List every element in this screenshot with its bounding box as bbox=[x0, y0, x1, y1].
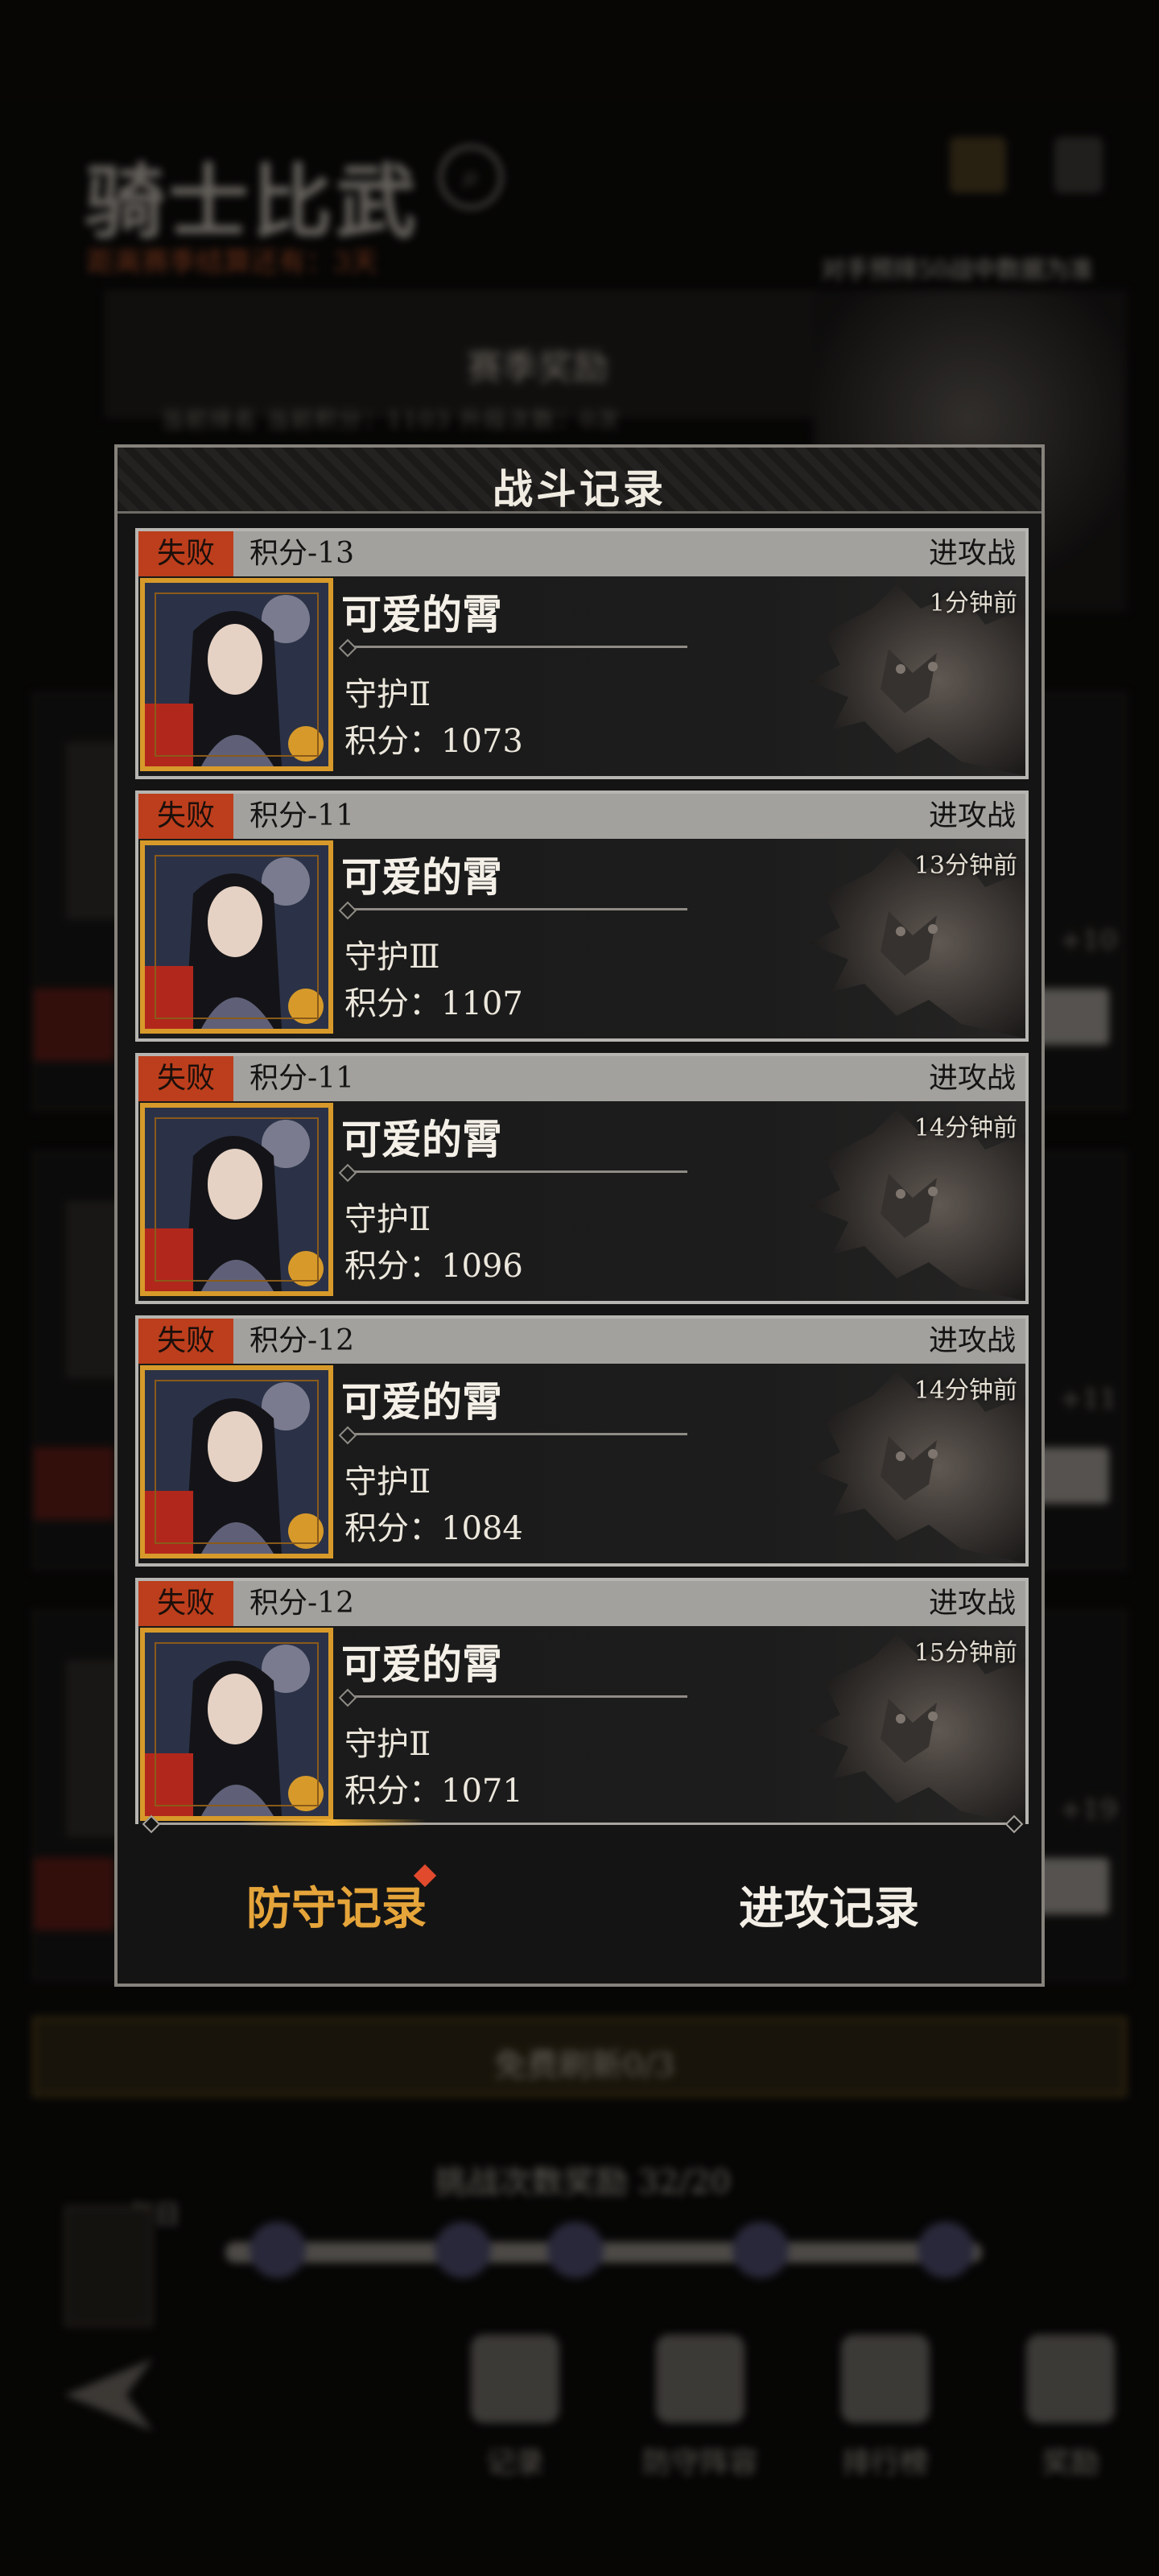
record-body: 1分钟前 可爱的霄 守护Ⅱ 积分：1073 bbox=[138, 576, 1025, 776]
result-badge: 失败 bbox=[138, 1581, 233, 1626]
result-badge: 失败 bbox=[138, 1319, 233, 1364]
battle-record-row[interactable]: 失败 积分-11 进攻战 14分钟前 可爱的霄 守护Ⅱ 积分：1096 bbox=[135, 1053, 1029, 1304]
player-avatar[interactable] bbox=[140, 1628, 333, 1821]
battle-record-row[interactable]: 失败 积分-13 进攻战 1分钟前 可爱的霄 守护Ⅱ 积分：1073 bbox=[135, 528, 1029, 779]
player-points: 积分：1071 bbox=[344, 1773, 523, 1810]
record-body: 14分钟前 可爱的霄 守护Ⅱ 积分：1084 bbox=[138, 1364, 1025, 1563]
result-badge: 失败 bbox=[138, 1056, 233, 1101]
score-change: 积分-11 bbox=[250, 799, 354, 832]
battle-record-row[interactable]: 失败 积分-11 进攻战 13分钟前 可爱的霄 守护Ⅲ 积分：1107 bbox=[135, 791, 1029, 1042]
time-ago: 13分钟前 bbox=[914, 852, 1017, 880]
active-tab-indicator bbox=[240, 1819, 427, 1826]
dialog-header: 战斗记录 bbox=[118, 448, 1041, 514]
time-ago: 14分钟前 bbox=[914, 1114, 1017, 1142]
player-points: 积分：1107 bbox=[344, 985, 523, 1022]
score-change: 积分-11 bbox=[250, 1062, 354, 1095]
player-points: 积分：1084 bbox=[344, 1510, 523, 1547]
player-rank: 守护Ⅱ bbox=[344, 1463, 431, 1501]
player-rank: 守护Ⅱ bbox=[344, 676, 431, 713]
name-divider bbox=[341, 1695, 687, 1698]
tab-attack-record[interactable]: 进攻记录 bbox=[739, 1872, 919, 1938]
dialog-title: 战斗记录 bbox=[493, 465, 666, 513]
name-divider bbox=[341, 908, 687, 910]
score-change: 积分-12 bbox=[250, 1324, 354, 1357]
time-ago: 1分钟前 bbox=[929, 589, 1017, 617]
battle-type: 进攻战 bbox=[928, 537, 1016, 570]
battle-type: 进攻战 bbox=[928, 1587, 1016, 1620]
time-ago: 14分钟前 bbox=[914, 1377, 1017, 1405]
name-divider bbox=[341, 1433, 687, 1435]
time-ago: 15分钟前 bbox=[914, 1639, 1017, 1667]
battle-record-row[interactable]: 失败 积分-12 进攻战 14分钟前 可爱的霄 守护Ⅱ 积分：1084 bbox=[135, 1315, 1029, 1567]
player-avatar[interactable] bbox=[140, 1103, 333, 1296]
battle-type: 进攻战 bbox=[928, 799, 1016, 832]
tab-defense-record[interactable]: 防守记录 bbox=[246, 1872, 427, 1938]
record-body: 15分钟前 可爱的霄 守护Ⅱ 积分：1071 bbox=[138, 1626, 1025, 1824]
player-avatar[interactable] bbox=[140, 578, 333, 771]
player-name: 可爱的霄 bbox=[341, 853, 502, 901]
player-avatar[interactable] bbox=[140, 840, 333, 1034]
score-change: 积分-12 bbox=[250, 1587, 354, 1620]
record-body: 13分钟前 可爱的霄 守护Ⅲ 积分：1107 bbox=[138, 839, 1025, 1038]
battle-type: 进攻战 bbox=[928, 1324, 1016, 1357]
record-header-bar: 失败 积分-11 进攻战 bbox=[138, 794, 1025, 839]
result-badge: 失败 bbox=[138, 794, 233, 839]
result-badge: 失败 bbox=[138, 531, 233, 576]
player-points: 积分：1096 bbox=[344, 1248, 523, 1285]
battle-record-row[interactable]: 失败 积分-12 进攻战 15分钟前 可爱的霄 守护Ⅱ 积分：1071 bbox=[135, 1578, 1029, 1824]
record-list[interactable]: 失败 积分-13 进攻战 1分钟前 可爱的霄 守护Ⅱ 积分：1073 失败 积分… bbox=[135, 528, 1029, 1824]
name-divider bbox=[341, 646, 687, 648]
record-header-bar: 失败 积分-11 进攻战 bbox=[138, 1056, 1025, 1101]
player-rank: 守护Ⅱ bbox=[344, 1726, 431, 1763]
player-points: 积分：1073 bbox=[344, 723, 523, 760]
name-divider bbox=[341, 1170, 687, 1173]
record-header-bar: 失败 积分-12 进攻战 bbox=[138, 1581, 1025, 1626]
battle-record-dialog: 战斗记录 失败 积分-13 进攻战 1分钟前 可爱的霄 守护Ⅱ 积分：1073 … bbox=[114, 444, 1045, 1987]
player-name: 可爱的霄 bbox=[341, 1116, 502, 1163]
player-name: 可爱的霄 bbox=[341, 591, 502, 638]
record-header-bar: 失败 积分-13 进攻战 bbox=[138, 531, 1025, 576]
score-change: 积分-13 bbox=[250, 537, 354, 570]
player-rank: 守护Ⅱ bbox=[344, 1201, 431, 1238]
player-name: 可爱的霄 bbox=[341, 1378, 502, 1426]
battle-type: 进攻战 bbox=[928, 1062, 1016, 1095]
record-header-bar: 失败 积分-12 进攻战 bbox=[138, 1319, 1025, 1364]
player-avatar[interactable] bbox=[140, 1365, 333, 1558]
player-rank: 守护Ⅲ bbox=[344, 939, 440, 976]
player-name: 可爱的霄 bbox=[341, 1641, 502, 1688]
record-body: 14分钟前 可爱的霄 守护Ⅱ 积分：1096 bbox=[138, 1101, 1025, 1301]
